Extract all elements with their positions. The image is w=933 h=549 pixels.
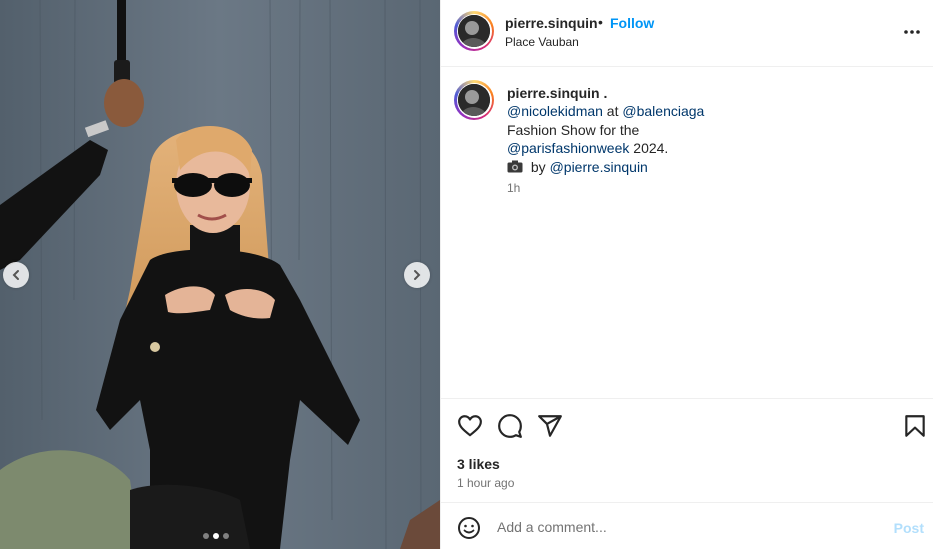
caption-line-4: by @pierre.sinquin xyxy=(507,158,907,177)
chevron-left-icon xyxy=(12,270,19,280)
caption-line-1: @nicolekidman at @balenciaga xyxy=(507,102,907,121)
caption-username[interactable]: pierre.sinquin . xyxy=(507,85,607,101)
likes-count[interactable]: 3 likes xyxy=(457,456,500,472)
mention-link[interactable]: @nicolekidman xyxy=(507,103,603,119)
mention-link[interactable]: @balenciaga xyxy=(622,103,704,119)
caption-text-fragment: by xyxy=(527,158,550,175)
caption-timestamp[interactable]: 1h xyxy=(507,181,520,195)
carousel-dot-active xyxy=(213,533,219,539)
caption-text-fragment: 2024. xyxy=(629,140,669,156)
post-photo xyxy=(0,0,440,549)
carousel-next-button[interactable] xyxy=(404,262,430,288)
comment-bar: Post xyxy=(441,502,933,549)
emoji-icon[interactable] xyxy=(457,516,481,540)
carousel-dot xyxy=(223,533,229,539)
instagram-post: pierre.sinquin • Follow Place Vauban pie… xyxy=(0,0,933,549)
avatar-image xyxy=(458,15,490,47)
mention-link[interactable]: @pierre.sinquin xyxy=(550,159,648,175)
avatar-image xyxy=(458,84,490,116)
author-avatar[interactable] xyxy=(454,11,494,51)
post-timestamp[interactable]: 1 hour ago xyxy=(457,476,514,490)
caption-line-2: Fashion Show for the xyxy=(507,121,640,138)
comment-icon[interactable] xyxy=(497,413,523,439)
heart-icon[interactable] xyxy=(457,413,483,439)
caption-text-fragment: at xyxy=(602,103,623,119)
mention-link[interactable]: @parisfashionweek xyxy=(507,140,629,156)
chevron-right-icon xyxy=(414,270,421,280)
share-icon[interactable] xyxy=(537,413,563,439)
camera-icon xyxy=(507,160,523,172)
post-location[interactable]: Place Vauban xyxy=(505,35,579,49)
bookmark-icon[interactable] xyxy=(902,413,928,439)
author-username[interactable]: pierre.sinquin xyxy=(505,15,598,31)
follow-button[interactable]: Follow xyxy=(610,15,654,31)
separator-dot: • xyxy=(598,14,603,30)
carousel-dot xyxy=(203,533,209,539)
caption-avatar[interactable] xyxy=(454,80,494,120)
more-horizontal-icon[interactable] xyxy=(902,22,922,42)
carousel-prev-button[interactable] xyxy=(3,262,29,288)
post-comment-button[interactable]: Post xyxy=(894,520,924,536)
post-header: pierre.sinquin • Follow Place Vauban xyxy=(441,0,933,67)
caption-text: @nicolekidman at @balenciaga Fashion Sho… xyxy=(507,102,907,176)
comment-input[interactable] xyxy=(497,516,877,538)
post-media xyxy=(0,0,440,549)
caption-line-3: @parisfashionweek 2024. xyxy=(507,139,907,158)
post-actions: 3 likes 1 hour ago xyxy=(441,398,933,501)
carousel-indicator xyxy=(203,533,229,539)
post-side-panel: pierre.sinquin • Follow Place Vauban pie… xyxy=(440,0,933,549)
